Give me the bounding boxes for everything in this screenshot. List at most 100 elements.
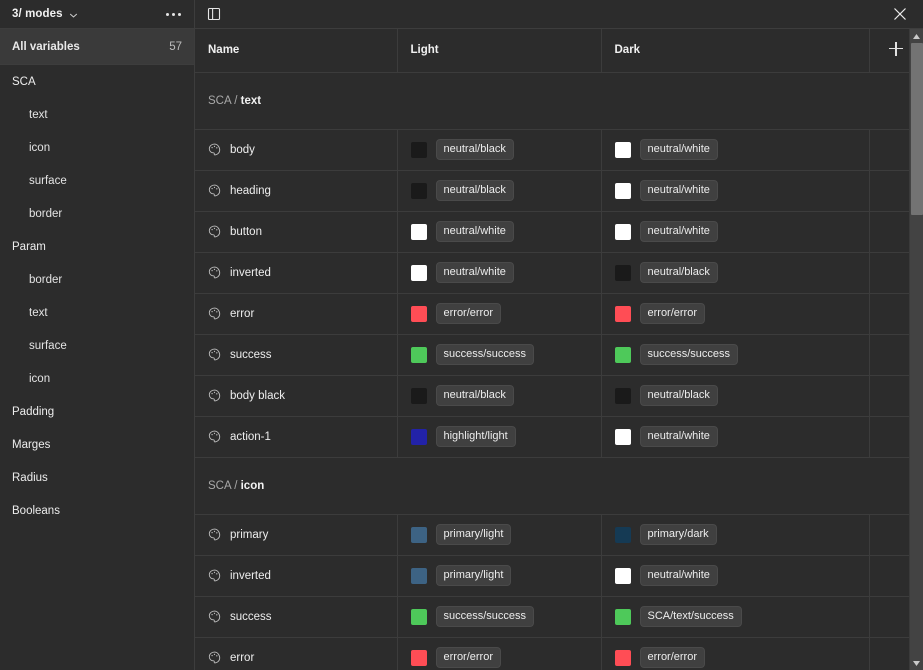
token-chip[interactable]: error/error <box>435 303 502 324</box>
variable-value-cell-dark[interactable]: error/error <box>601 637 870 670</box>
sidebar-group-booleans[interactable]: Booleans <box>0 494 194 527</box>
sidebar-group-radius[interactable]: Radius <box>0 461 194 494</box>
sidebar-group-marges[interactable]: Marges <box>0 428 194 461</box>
vertical-scrollbar[interactable] <box>909 29 923 670</box>
variable-name-cell[interactable]: inverted <box>195 252 398 294</box>
token-chip[interactable]: neutral/white <box>435 221 514 242</box>
color-swatch[interactable] <box>614 649 631 666</box>
color-swatch[interactable] <box>614 346 631 363</box>
color-swatch[interactable] <box>410 305 427 322</box>
collection-header[interactable]: 3/ modes <box>0 0 194 29</box>
token-chip[interactable]: neutral/black <box>639 262 718 283</box>
color-swatch[interactable] <box>614 305 631 322</box>
variable-name-cell[interactable]: success <box>195 596 398 638</box>
variable-value-cell-dark[interactable]: neutral/black <box>601 252 870 294</box>
variable-name-cell[interactable]: body <box>195 129 398 171</box>
variable-value-cell-light[interactable]: neutral/black <box>397 375 602 417</box>
variable-value-cell-dark[interactable]: error/error <box>601 293 870 335</box>
table-row[interactable]: error error/error error/error <box>195 293 923 335</box>
token-chip[interactable]: error/error <box>435 647 502 668</box>
plus-icon[interactable] <box>889 41 904 56</box>
variable-name-cell[interactable]: primary <box>195 514 398 556</box>
token-chip[interactable]: primary/light <box>435 524 512 545</box>
token-chip[interactable]: neutral/white <box>435 262 514 283</box>
sidebar-item-sca-border[interactable]: border <box>0 197 194 230</box>
token-chip[interactable]: neutral/black <box>435 139 514 160</box>
color-swatch[interactable] <box>614 387 631 404</box>
variable-value-cell-light[interactable]: highlight/light <box>397 416 602 458</box>
table-row[interactable]: action-1 highlight/light neutral/white <box>195 416 923 458</box>
variable-value-cell-light[interactable]: error/error <box>397 637 602 670</box>
variable-value-cell-dark[interactable]: primary/dark <box>601 514 870 556</box>
color-swatch[interactable] <box>614 428 631 445</box>
color-swatch[interactable] <box>410 526 427 543</box>
variable-value-cell-light[interactable]: neutral/white <box>397 252 602 294</box>
sidebar-item-param-icon[interactable]: icon <box>0 362 194 395</box>
table-row[interactable]: heading neutral/black neutral/white <box>195 170 923 212</box>
sidebar-panel-icon[interactable] <box>206 6 222 22</box>
token-chip[interactable]: neutral/white <box>639 139 718 160</box>
column-header-light[interactable]: Light <box>397 29 602 73</box>
variable-value-cell-dark[interactable]: neutral/white <box>601 170 870 212</box>
variable-value-cell-light[interactable]: primary/light <box>397 514 602 556</box>
token-chip[interactable]: error/error <box>639 647 706 668</box>
token-chip[interactable]: neutral/black <box>639 385 718 406</box>
color-swatch[interactable] <box>410 649 427 666</box>
table-row[interactable]: success success/success success/success <box>195 334 923 376</box>
variable-value-cell-dark[interactable]: neutral/white <box>601 555 870 597</box>
token-chip[interactable]: neutral/white <box>639 565 718 586</box>
table-row[interactable]: button neutral/white neutral/white <box>195 211 923 253</box>
token-chip[interactable]: neutral/black <box>435 385 514 406</box>
table-row[interactable]: body black neutral/black neutral/black <box>195 375 923 417</box>
token-chip[interactable]: neutral/white <box>639 180 718 201</box>
color-swatch[interactable] <box>614 264 631 281</box>
color-swatch[interactable] <box>410 608 427 625</box>
token-chip[interactable]: neutral/white <box>639 426 718 447</box>
sidebar-item-param-text[interactable]: text <box>0 296 194 329</box>
table-row[interactable]: inverted neutral/white neutral/black <box>195 252 923 294</box>
token-chip[interactable]: highlight/light <box>435 426 516 447</box>
color-swatch[interactable] <box>410 182 427 199</box>
sidebar-group-padding[interactable]: Padding <box>0 395 194 428</box>
sidebar-item-sca-text[interactable]: text <box>0 98 194 131</box>
color-swatch[interactable] <box>614 182 631 199</box>
token-chip[interactable]: success/success <box>639 344 739 365</box>
color-swatch[interactable] <box>614 567 631 584</box>
variable-name-cell[interactable]: action-1 <box>195 416 398 458</box>
scrollbar-track[interactable] <box>910 43 923 656</box>
token-chip[interactable]: success/success <box>435 606 535 627</box>
token-chip[interactable]: neutral/black <box>435 180 514 201</box>
close-icon[interactable] <box>891 5 909 23</box>
variable-value-cell-light[interactable]: neutral/black <box>397 129 602 171</box>
variable-value-cell-light[interactable]: primary/light <box>397 555 602 597</box>
scroll-up-arrow-icon[interactable] <box>910 29 923 43</box>
more-options-icon[interactable] <box>164 9 183 20</box>
table-row[interactable]: error error/error error/error <box>195 637 923 670</box>
sidebar-group-sca[interactable]: SCA <box>0 65 194 98</box>
variable-name-cell[interactable]: error <box>195 293 398 335</box>
variable-value-cell-dark[interactable]: success/success <box>601 334 870 376</box>
color-swatch[interactable] <box>614 223 631 240</box>
table-row[interactable]: body neutral/black neutral/white <box>195 129 923 171</box>
variable-name-cell[interactable]: heading <box>195 170 398 212</box>
table-row[interactable]: inverted primary/light neutral/white <box>195 555 923 597</box>
token-chip[interactable]: error/error <box>639 303 706 324</box>
token-chip[interactable]: SCA/text/success <box>639 606 742 627</box>
token-chip[interactable]: primary/light <box>435 565 512 586</box>
table-row[interactable]: primary primary/light primary/dark <box>195 514 923 556</box>
color-swatch[interactable] <box>410 567 427 584</box>
color-swatch[interactable] <box>410 346 427 363</box>
variable-name-cell[interactable]: inverted <box>195 555 398 597</box>
variable-name-cell[interactable]: button <box>195 211 398 253</box>
scrollbar-thumb[interactable] <box>910 43 923 215</box>
variable-value-cell-dark[interactable]: neutral/white <box>601 416 870 458</box>
scroll-down-arrow-icon[interactable] <box>910 656 923 670</box>
variable-value-cell-light[interactable]: success/success <box>397 596 602 638</box>
variable-value-cell-dark[interactable]: neutral/black <box>601 375 870 417</box>
column-header-dark[interactable]: Dark <box>601 29 870 73</box>
variable-name-cell[interactable]: error <box>195 637 398 670</box>
color-swatch[interactable] <box>410 141 427 158</box>
variable-value-cell-dark[interactable]: neutral/white <box>601 129 870 171</box>
color-swatch[interactable] <box>410 223 427 240</box>
table-row[interactable]: success success/success SCA/text/success <box>195 596 923 638</box>
